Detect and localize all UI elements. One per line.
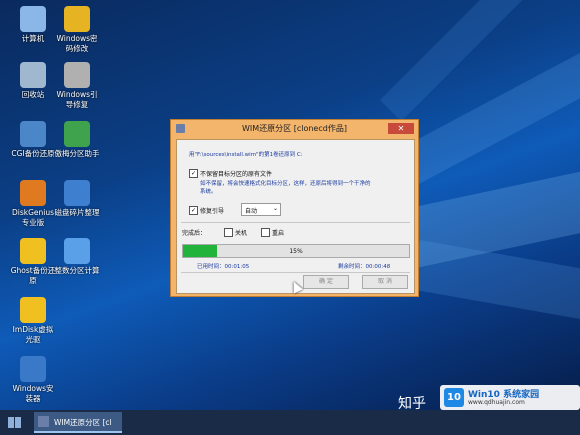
shutdown-label: 关机 [235, 230, 248, 237]
ghost-icon [20, 238, 46, 264]
restore-info: 用"F:\sources\install.wim"的第1卷还原到 C: [189, 152, 303, 158]
desktop-icon[interactable]: Windows安 装器 [4, 356, 62, 404]
desktop-icon[interactable]: 磁盘碎片整理 [48, 180, 106, 218]
close-button[interactable]: ✕ [388, 123, 414, 134]
desktop: 计算机 Windows密 码修改 回收站 Windows引 导修复 CGI备份还原 傲梅分… [0, 0, 580, 410]
wim-restore-dialog: WIM还原分区 [clonecd作品] ✕ 用"F:\sources\insta… [170, 119, 419, 297]
computer-icon [20, 6, 46, 32]
taskbar: WIM还原分区 [cl [0, 410, 580, 435]
desktop-icon-label: 磁盘碎片整理 [54, 208, 100, 217]
desktop-icon[interactable]: Windows引 导修复 [48, 62, 106, 110]
partition-assistant-icon [64, 121, 90, 147]
cgi-icon [20, 121, 46, 147]
elapsed-time: 已用时间：00:01:05 [197, 264, 250, 270]
wim-app-icon [38, 416, 49, 427]
divider [181, 272, 410, 273]
diskgenius-icon [20, 180, 46, 206]
progress-bar: 15% [182, 244, 410, 258]
wallpaper-beam [411, 240, 580, 335]
progress-text: 15% [289, 248, 303, 255]
gear-icon [64, 62, 90, 88]
divider [181, 222, 410, 223]
restart-checkbox[interactable] [261, 228, 270, 237]
keep-files-desc: 如不保留，将会快速格式化目标分区，这样，还原后将得到一个干净的 [200, 181, 371, 187]
defrag-icon [64, 180, 90, 206]
restart-label: 重启 [272, 230, 285, 237]
cancel-button[interactable]: 取 消 [362, 275, 408, 289]
dialog-body: 用"F:\sources\install.wim"的第1卷还原到 C: ✓ 不保… [176, 139, 415, 294]
keep-files-desc2: 系统。 [200, 189, 217, 195]
chevron-down-icon: ⌄ [272, 205, 278, 212]
keep-files-label: 不保留目标分区的原有文件 [200, 171, 273, 178]
watermark-url: www.qdhuajin.com [468, 399, 525, 406]
after-finish-label: 完成后： [182, 230, 207, 237]
taskbar-item-wim-restore[interactable]: WIM还原分区 [cl [34, 412, 122, 433]
start-button[interactable] [2, 413, 28, 432]
win10-logo-icon: 10 [444, 388, 464, 407]
desktop-icon[interactable]: ImDisk虚拟 光驱 [4, 297, 62, 345]
desktop-icon-label: 傲梅分区助手 [54, 149, 100, 158]
desktop-icon-label: Windows引 导修复 [56, 90, 98, 109]
desktop-icon[interactable]: 整数分区计算 [48, 238, 106, 276]
watermark: 知乎 [398, 396, 426, 410]
shutdown-checkbox[interactable] [224, 228, 233, 237]
partition-calc-icon [64, 238, 90, 264]
boot-mode-select[interactable]: 自动 ⌄ [241, 203, 281, 216]
ok-button[interactable]: 确 定 [303, 275, 349, 289]
watermark-logo: 10 Win10 系统家园 www.qdhuajin.com [440, 385, 580, 410]
key-icon [64, 6, 90, 32]
desktop-icon-label: 整数分区计算 [54, 266, 100, 275]
installer-icon [20, 356, 46, 382]
desktop-icon[interactable]: 傲梅分区助手 [48, 121, 106, 159]
repair-boot-label: 修复引导 [200, 208, 225, 215]
boot-mode-value: 自动 [245, 208, 258, 215]
desktop-icon-label: ImDisk虚拟 光驱 [12, 325, 54, 344]
windows-logo-icon [8, 417, 21, 428]
keep-files-checkbox[interactable]: ✓ [189, 169, 198, 178]
dialog-title: WIM还原分区 [clonecd作品] [242, 124, 347, 133]
desktop-icon[interactable]: Windows密 码修改 [48, 6, 106, 54]
taskbar-item-label: WIM还原分区 [cl [54, 418, 112, 427]
remaining-time: 剩余时间：00:00:48 [338, 264, 391, 270]
recycle-bin-icon [20, 62, 46, 88]
desktop-icon-label: Windows安 装器 [12, 384, 54, 403]
dialog-titlebar[interactable]: WIM还原分区 [clonecd作品] ✕ [171, 120, 418, 138]
desktop-icon-label: Windows密 码修改 [56, 34, 98, 53]
repair-boot-checkbox[interactable]: ✓ [189, 206, 198, 215]
cd-icon [20, 297, 46, 323]
